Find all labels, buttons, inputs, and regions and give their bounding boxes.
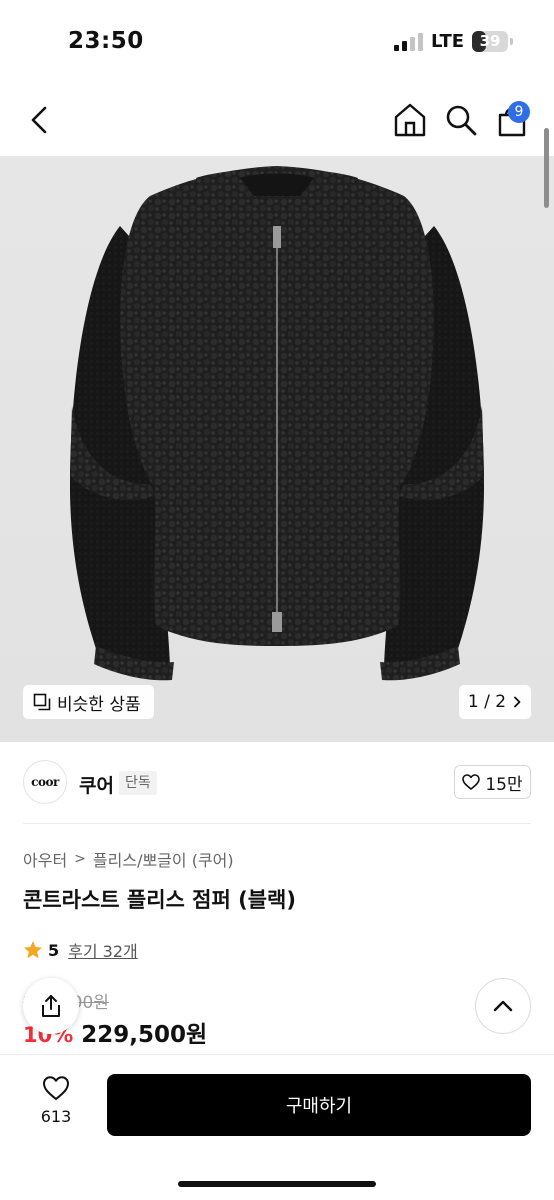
back-icon[interactable] (24, 102, 56, 138)
heart-icon (462, 774, 481, 790)
product-title: 콘트라스트 플리스 점퍼 (블랙) (23, 888, 296, 912)
home-indicator (178, 1181, 376, 1187)
battery-level: 39 (479, 32, 501, 50)
cart-count-badge: 9 (508, 101, 530, 123)
similar-icon (33, 693, 51, 711)
chevron-right-icon (514, 696, 521, 708)
home-icon[interactable] (392, 101, 428, 139)
battery-icon: 39 (472, 31, 508, 52)
breadcrumb-item[interactable]: 아우터 (23, 847, 67, 871)
share-button[interactable] (23, 978, 79, 1034)
page-indicator-text: 1 / 2 (467, 692, 507, 712)
network-type: LTE (431, 31, 465, 52)
review-count-link[interactable]: 후기 32개 (68, 938, 138, 962)
share-icon (42, 995, 60, 1017)
search-icon[interactable] (443, 102, 479, 138)
breadcrumb-separator: > (74, 851, 86, 867)
heart-icon (43, 1076, 69, 1100)
battery-tip (510, 38, 513, 45)
scrollbar[interactable] (544, 128, 549, 208)
exclusive-badge: 단독 (119, 771, 157, 795)
brand-row: coor 쿠어 단독 15만 (0, 742, 554, 824)
status-bar: 23:50 LTE 39 (0, 0, 554, 84)
similar-products-label: 비슷한 상품 (57, 694, 141, 715)
bottom-action-bar: 613 구매하기 (0, 1054, 554, 1200)
page-indicator[interactable]: 1 / 2 (459, 685, 531, 719)
divider (23, 823, 531, 824)
brand-like-button[interactable]: 15만 (454, 765, 531, 799)
rating-row: 5 후기 32개 (23, 938, 138, 962)
product-image (70, 166, 484, 681)
chevron-up-icon (493, 1000, 513, 1012)
breadcrumb: 아우터 > 플리스/뽀글이 (쿠어) (23, 847, 234, 871)
brand-logo[interactable]: coor (23, 760, 67, 804)
status-time: 23:50 (68, 28, 144, 54)
star-icon (24, 941, 42, 959)
scroll-to-top-button[interactable] (475, 978, 531, 1034)
similar-products-button[interactable]: 비슷한 상품 (23, 685, 154, 719)
rating-value: 5 (48, 940, 60, 960)
buy-button[interactable]: 구매하기 (107, 1074, 531, 1136)
sale-price: 229,500원 (81, 1022, 208, 1048)
top-nav: 9 (0, 84, 554, 156)
brand-like-count: 15만 (485, 774, 523, 795)
wishlist-count: 613 (40, 1107, 72, 1126)
breadcrumb-item[interactable]: 플리스/뽀글이 (쿠어) (93, 847, 234, 871)
signal-icon (394, 33, 424, 51)
wishlist-button[interactable]: 613 (30, 1075, 82, 1126)
brand-name[interactable]: 쿠어 (79, 771, 114, 798)
product-image-gallery[interactable]: 비슷한 상품 1 / 2 (0, 156, 554, 742)
